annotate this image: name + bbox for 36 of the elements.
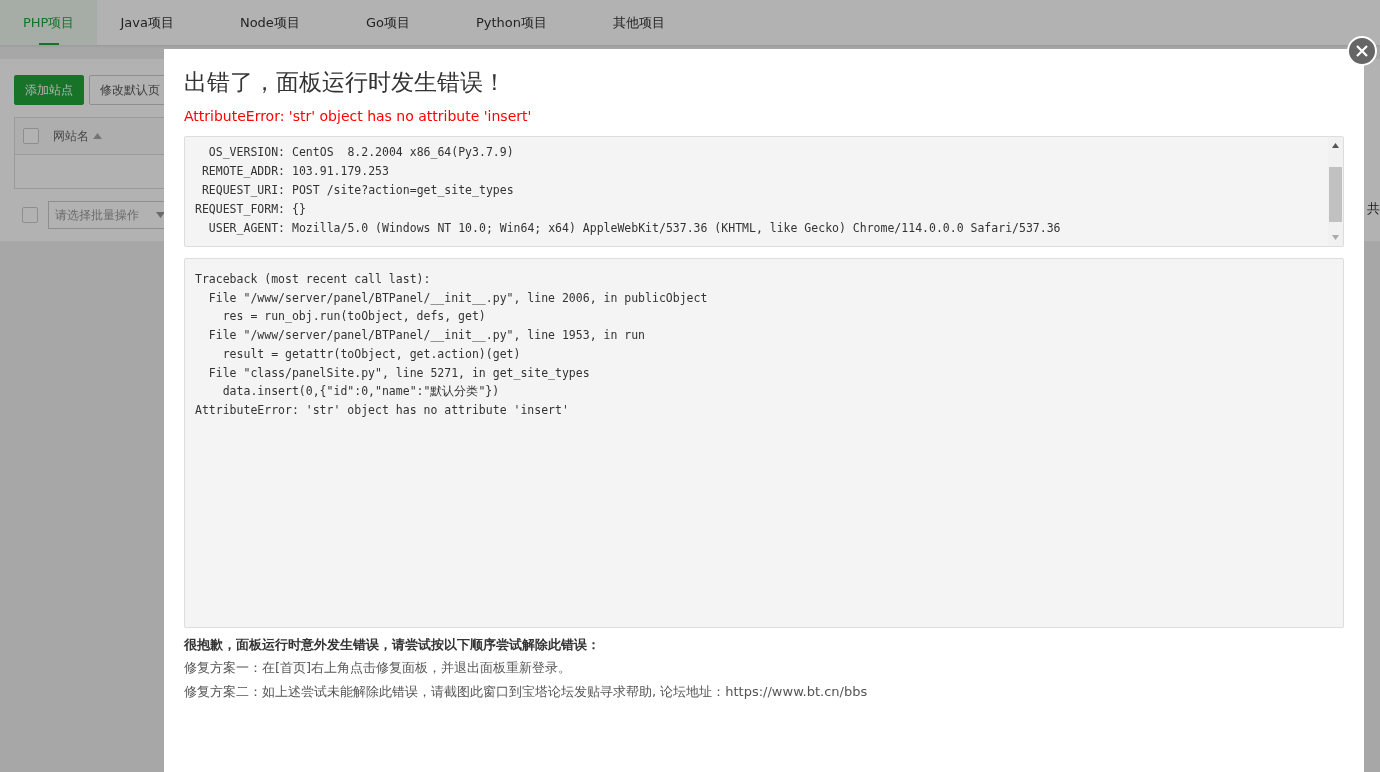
- column-header[interactable]: 网站名: [53, 127, 102, 145]
- info-key: REQUEST_URI:: [195, 181, 285, 200]
- traceback-line: Traceback (most recent call last):: [195, 271, 432, 288]
- help-heading: 很抱歉，面板运行时意外发生错误，请尝试按以下顺序尝试解除此错误：: [184, 636, 601, 654]
- info-key: REQUEST_FORM:: [195, 200, 285, 219]
- info-key: REMOTE_ADDR:: [195, 162, 285, 181]
- project-tab[interactable]: Node项目: [216, 0, 323, 45]
- info-value: POST /site?action=get_site_types: [292, 182, 515, 199]
- total-label: 共: [1367, 200, 1380, 218]
- project-tab[interactable]: Python项目: [452, 0, 570, 45]
- dialog-title: 出错了，面板运行时发生错误！: [184, 68, 507, 97]
- caret-down-icon: [156, 212, 165, 218]
- help-text: 修复方案一：在[首页]右上角点击修复面板，并退出面板重新登录。: [184, 659, 573, 677]
- traceback-line: result = getattr(toObject, get.action)(get): [221, 345, 522, 363]
- traceback-line: res = run_obj.run(toObject, defs, get): [221, 308, 487, 326]
- help-text: 修复方案二：如上述尝试未能解除此错误，请截图此窗口到宝塔论坛发贴寻求帮助, 论坛地址：https://www.bt.cn/bbs: [184, 683, 869, 701]
- close-icon: [1356, 45, 1368, 57]
- traceback-line: data.insert(0,{"id":0,"name":"默认分类"}): [221, 383, 501, 401]
- info-value: 103.91.179.253: [292, 163, 390, 180]
- traceback-line: File "class/panelSite.py", line 5271, in get_site_types: [207, 364, 591, 382]
- scroll-up-icon[interactable]: [1332, 143, 1339, 148]
- error-message: AttributeError: 'str' object has no attribute 'insert': [184, 108, 533, 124]
- traceback-line: File "/www/server/panel/BTPanel/__init__.py", line 1953, in run: [207, 327, 647, 345]
- project-tab[interactable]: Go项目: [342, 0, 433, 45]
- info-value: Mozilla/5.0 (Windows NT 10.0; Win64; x64) AppleWebKit/537.36 (KHTML, like Gecko) Chrome/114.0.0.0 Safari/537.36: [292, 220, 1062, 237]
- project-tab[interactable]: 其他项目: [589, 0, 688, 45]
- info-key: USER_AGENT:: [195, 219, 285, 238]
- info-value: CentOS 8.2.2004 x86_64(Py3.7.9): [292, 144, 515, 161]
- info-value: {}: [292, 201, 307, 218]
- info-key: OS_VERSION:: [195, 143, 285, 162]
- project-tab[interactable]: Java项目: [97, 0, 197, 45]
- checkbox[interactable]: [23, 128, 39, 144]
- checkbox[interactable]: [22, 207, 38, 223]
- traceback-line: File "/www/server/panel/BTPanel/__init__.py", line 2006, in publicObject: [207, 289, 709, 307]
- traceback-line: AttributeError: 'str' object has no attribute 'insert': [195, 401, 570, 419]
- scroll-down-icon[interactable]: [1332, 235, 1339, 240]
